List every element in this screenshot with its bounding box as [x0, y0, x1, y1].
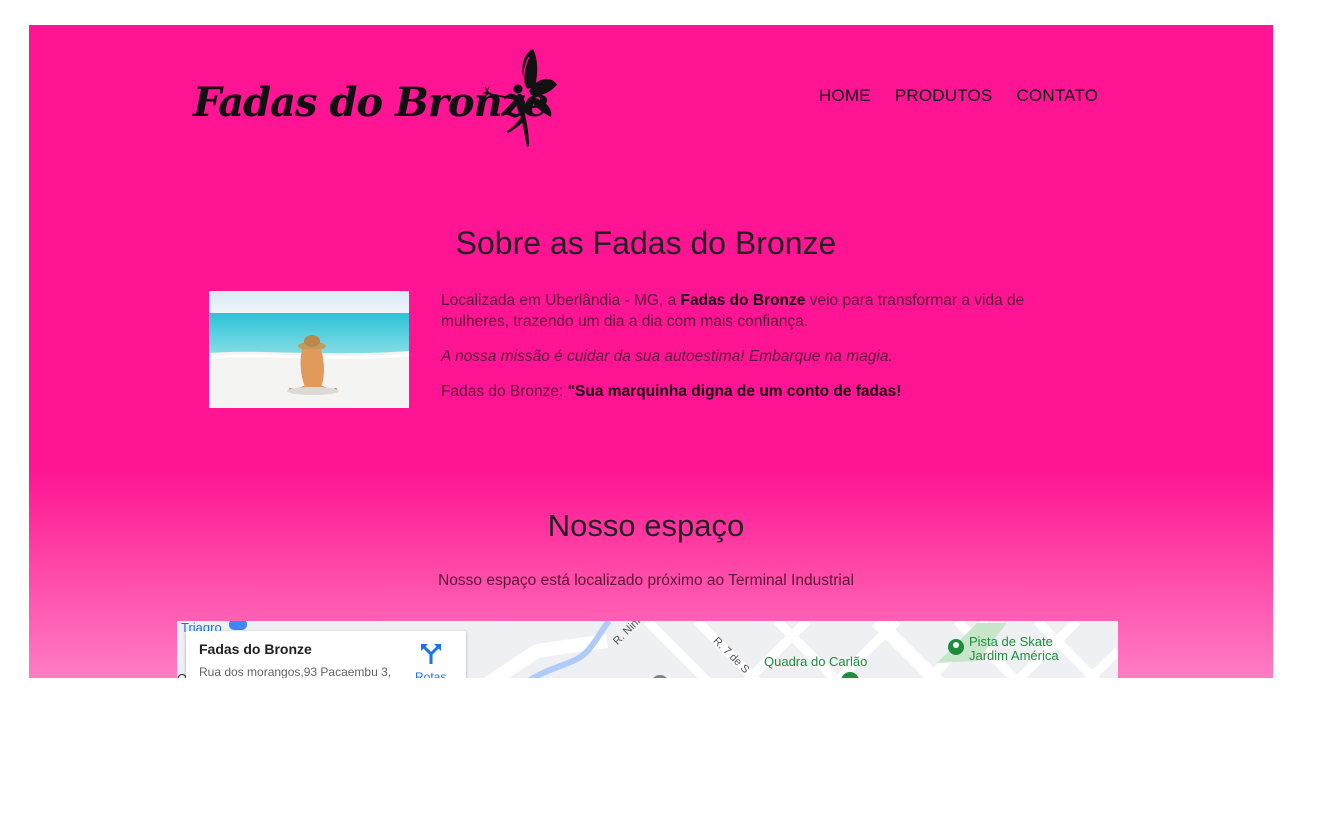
place-name[interactable]: Fadas do Bronze: [199, 641, 312, 657]
directions-link[interactable]: Rotas: [415, 670, 446, 678]
directions-icon[interactable]: [420, 643, 442, 665]
mission-text: A nossa missão é cuidar da sua autoestim…: [441, 348, 893, 365]
embedded-map[interactable]: Triagro O R. Ninfa Ar R. 7 de S Quadra d…: [177, 621, 1118, 678]
beach-photo: [209, 291, 409, 408]
about-text: Localizada em Uberlândia - MG, a Fadas d…: [441, 290, 1081, 416]
map-label-pista-2[interactable]: Jardim América: [969, 648, 1059, 663]
slogan-prefix: Fadas do Bronze:: [441, 383, 568, 400]
slogan-paragraph: Fadas do Bronze: "Sua marquinha digna de…: [441, 381, 1081, 402]
map-place-card: Fadas do Bronze Rua dos morangos,93 Paca…: [186, 631, 466, 678]
about-paragraph: Localizada em Uberlândia - MG, a Fadas d…: [441, 290, 1081, 332]
page-container: Fadas do Bronze HOME PRODUTOS CONTATO So…: [29, 25, 1273, 678]
space-subtitle: Nosso espaço está localizado próximo ao …: [438, 572, 854, 589]
site-logo[interactable]: Fadas do Bronze: [193, 47, 563, 152]
about-p1-prefix: Localizada em Uberlândia - MG, a: [441, 292, 681, 309]
place-address: Rua dos morangos,93 Pacaembu 3,: [199, 665, 392, 678]
nav-contato[interactable]: CONTATO: [1016, 86, 1098, 106]
space-title: Nosso espaço: [547, 508, 745, 543]
fairy-icon: [483, 49, 557, 147]
main-nav: HOME PRODUTOS CONTATO: [819, 86, 1098, 106]
map-label-quadra[interactable]: Quadra do Carlão: [764, 654, 867, 669]
nav-home[interactable]: HOME: [819, 86, 871, 106]
map-label-pista-1[interactable]: Pista de Skate: [969, 634, 1053, 649]
mission-paragraph: A nossa missão é cuidar da sua autoestim…: [441, 346, 1081, 367]
nav-produtos[interactable]: PRODUTOS: [895, 86, 993, 106]
slogan-text: "Sua marquinha digna de um conto de fada…: [567, 383, 902, 400]
about-title: Sobre as Fadas do Bronze: [455, 225, 837, 261]
about-p1-brand: Fadas do Bronze: [680, 292, 806, 309]
